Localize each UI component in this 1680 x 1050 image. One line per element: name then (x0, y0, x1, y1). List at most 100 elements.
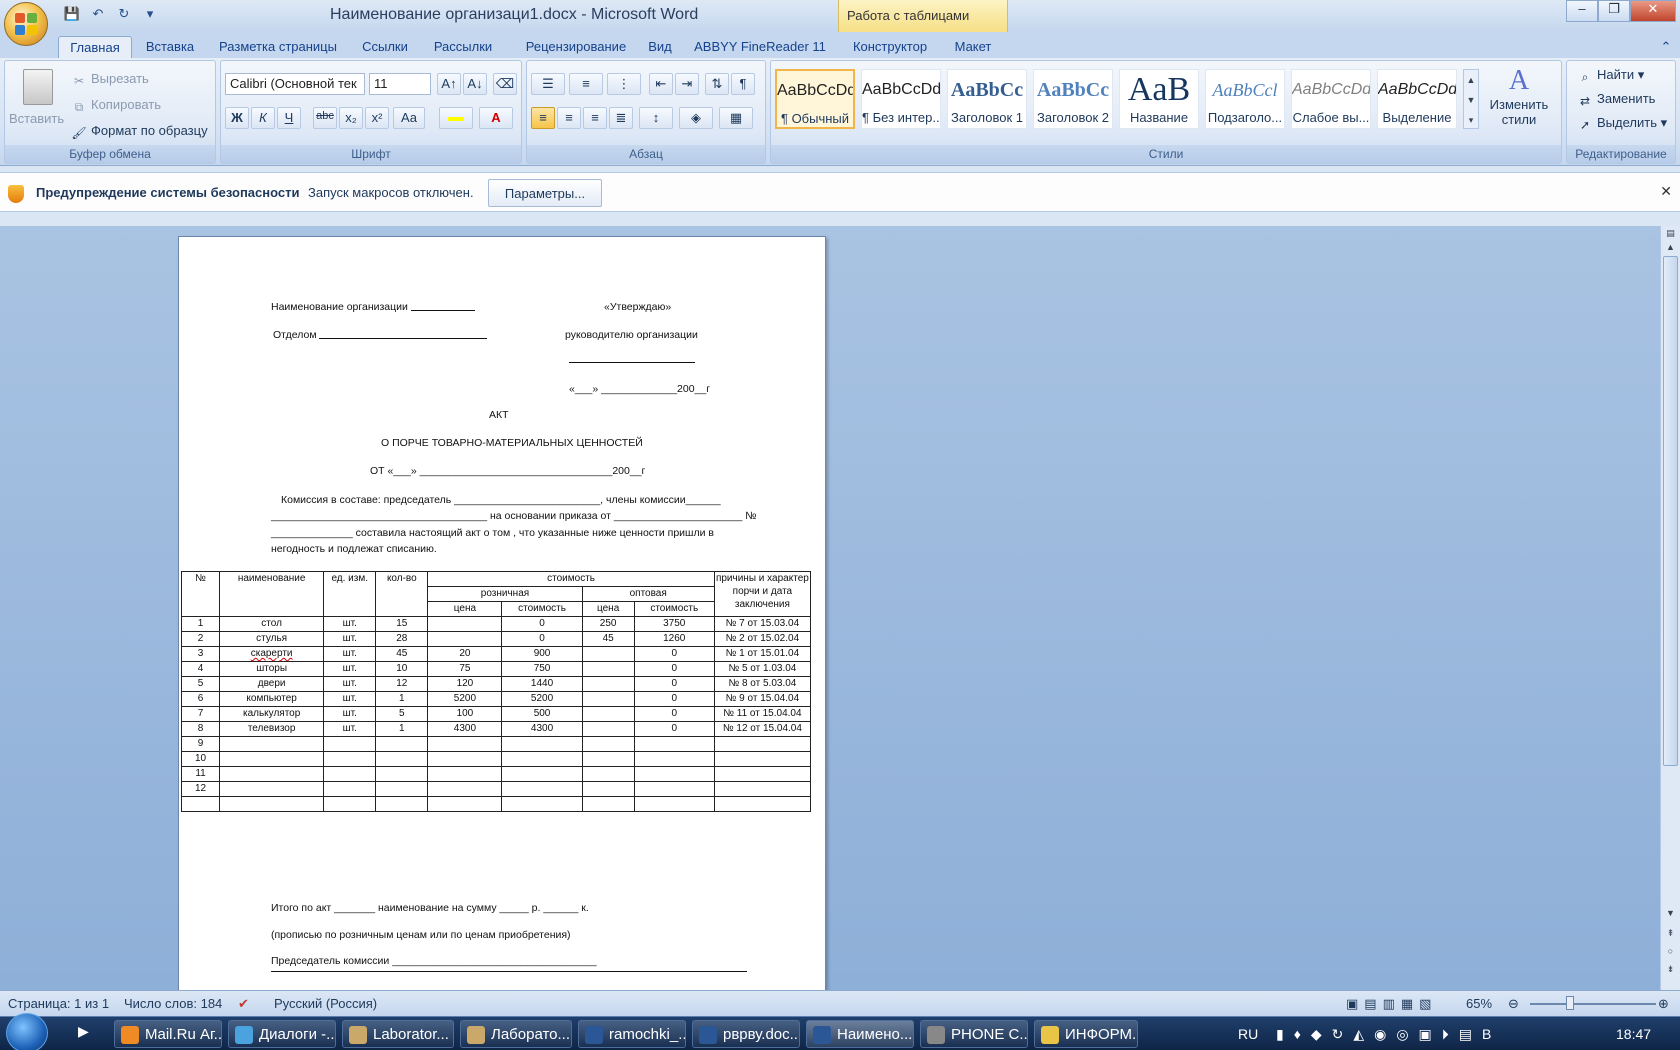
paste-button[interactable]: Вставить (9, 111, 64, 126)
cell-reason[interactable]: № 7 от 15.03.04 (713, 616, 812, 632)
language-indicator[interactable]: RU (1238, 1026, 1258, 1042)
cell-retail-amount[interactable]: 900 (501, 646, 583, 662)
ruler-toggle-icon[interactable]: ▤ (1663, 228, 1678, 242)
cell-number[interactable]: 3 (180, 646, 221, 662)
customize-qat-icon[interactable]: ▾ (140, 6, 160, 24)
cell-retail-price[interactable]: 20 (427, 646, 503, 662)
cell-reason[interactable]: № 5 от 1.03.04 (713, 661, 812, 677)
cell-unit[interactable]: шт. (323, 646, 377, 662)
strikethrough-button[interactable]: abc (313, 107, 337, 129)
cell-retail-price[interactable] (427, 751, 503, 767)
cell-name[interactable] (219, 781, 325, 797)
tab-mailings[interactable]: Рассылки (426, 36, 500, 58)
align-left-icon[interactable]: ≡ (531, 107, 555, 129)
taskbar-item[interactable]: Наимено... (806, 1020, 914, 1048)
zoom-slider[interactable] (1530, 1003, 1656, 1005)
table-row[interactable]: 2 стулья шт. 28 0 45 1260 № 2 от 15.02.04 (180, 631, 812, 647)
cell-retail-price[interactable]: 120 (427, 676, 503, 692)
cell-unit[interactable]: шт. (323, 661, 377, 677)
cell-wholesale-amount[interactable]: 0 (633, 676, 715, 692)
change-case-button[interactable]: Aa (393, 107, 425, 129)
cell-name[interactable]: компьютер (219, 691, 325, 707)
table-row[interactable]: 6 компьютер шт. 1 5200 5200 0 № 9 от 15.04.04 (180, 691, 812, 707)
cell-name[interactable]: скарерти (219, 646, 325, 662)
cell-retail-price[interactable] (427, 631, 503, 647)
cell-unit[interactable] (323, 796, 377, 812)
numbering-icon[interactable]: ≡ (569, 73, 603, 95)
cell-reason[interactable]: № 9 от 15.04.04 (713, 691, 812, 707)
cell-unit[interactable] (323, 736, 377, 752)
minimize-button[interactable]: – (1566, 0, 1598, 22)
cell-wholesale-price[interactable] (581, 766, 635, 782)
page-count[interactable]: Страница: 1 из 1 (8, 996, 109, 1011)
cell-wholesale-amount[interactable]: 0 (633, 691, 715, 707)
style-heading-2[interactable]: AaBbCc Заголовок 2 (1033, 69, 1113, 129)
cell-reason[interactable] (713, 751, 812, 767)
cell-qty[interactable]: 45 (375, 646, 429, 662)
cell-name[interactable] (219, 736, 325, 752)
table-row[interactable]: 1 стол шт. 15 0 250 3750 № 7 от 15.03.04 (180, 616, 812, 632)
font-name-select[interactable]: Calibri (Основной тек (225, 73, 365, 95)
cell-qty[interactable]: 5 (375, 706, 429, 722)
cell-retail-amount[interactable]: 0 (501, 631, 583, 647)
style-emphasis[interactable]: AaBbCcDd Выделение (1377, 69, 1457, 129)
style-normal[interactable]: AaBbCcDd ¶ Обычный (775, 69, 855, 129)
document-area[interactable]: Наименование организации «Утверждаю» Отд… (0, 226, 1660, 990)
cell-reason[interactable]: № 12 от 15.04.04 (713, 721, 812, 737)
font-color-icon[interactable]: A (479, 107, 513, 129)
close-button[interactable]: ✕ (1630, 0, 1676, 22)
cell-wholesale-price[interactable] (581, 661, 635, 677)
cell-number[interactable]: 7 (180, 706, 221, 722)
close-icon[interactable]: ✕ (1660, 183, 1672, 200)
multilevel-list-icon[interactable]: ⋮ (607, 73, 641, 95)
table-row[interactable]: 4 шторы шт. 10 75 750 0 № 5 от 1.03.04 (180, 661, 812, 677)
cell-reason[interactable]: № 2 от 15.02.04 (713, 631, 812, 647)
start-button[interactable] (6, 1013, 48, 1050)
cell-reason[interactable] (713, 736, 812, 752)
style-title[interactable]: AaB Название (1119, 69, 1199, 129)
cell-retail-amount[interactable] (501, 751, 583, 767)
browse-object-icon[interactable]: ○ (1663, 946, 1678, 960)
cell-qty[interactable]: 12 (375, 676, 429, 692)
table-row[interactable]: 10 (180, 751, 812, 767)
cell-reason[interactable] (713, 781, 812, 797)
shrink-font-icon[interactable]: A↓ (463, 73, 487, 95)
style-heading-1[interactable]: AaBbCc Заголовок 1 (947, 69, 1027, 129)
cell-qty[interactable] (375, 736, 429, 752)
underline-button[interactable]: Ч (277, 107, 301, 129)
tab-view[interactable]: Вид (642, 36, 678, 58)
cell-qty[interactable] (375, 796, 429, 812)
table-row[interactable]: 11 (180, 766, 812, 782)
scroll-down-icon[interactable]: ▼ (1663, 908, 1678, 922)
scroll-up-icon[interactable]: ▲ (1663, 242, 1678, 256)
font-size-select[interactable]: 11 (369, 73, 431, 95)
cell-wholesale-price[interactable] (581, 736, 635, 752)
cell-retail-price[interactable]: 4300 (427, 721, 503, 737)
view-buttons-icon[interactable]: ▣▤▥▦▧ (1346, 996, 1437, 1012)
cell-wholesale-amount[interactable] (633, 766, 715, 782)
cell-number[interactable]: 1 (180, 616, 221, 632)
cell-qty[interactable]: 1 (375, 691, 429, 707)
next-page-icon[interactable]: ⇟ (1663, 964, 1678, 978)
cell-name[interactable] (219, 766, 325, 782)
cell-name[interactable]: стол (219, 616, 325, 632)
cell-qty[interactable]: 10 (375, 661, 429, 677)
cell-wholesale-amount[interactable]: 3750 (633, 616, 715, 632)
taskbar-item[interactable]: ИНФОРМ... (1034, 1020, 1138, 1048)
cell-reason[interactable]: № 11 от 15.04.04 (713, 706, 812, 722)
cell-wholesale-price[interactable]: 45 (581, 631, 635, 647)
clear-format-icon[interactable]: ⌫ (493, 73, 517, 95)
find-button[interactable]: ⌕ Найти ▾ (1577, 67, 1645, 84)
cell-qty[interactable]: 1 (375, 721, 429, 737)
cell-reason[interactable] (713, 796, 812, 812)
zoom-out-icon[interactable]: ⊖ (1508, 996, 1519, 1012)
media-player-icon[interactable]: ▶ (78, 1023, 102, 1045)
cell-number[interactable]: 4 (180, 661, 221, 677)
cell-qty[interactable] (375, 751, 429, 767)
act-table[interactable]: № наименование ед. изм. кол-во стоимость… (180, 571, 812, 812)
table-row[interactable]: 8 телевизор шт. 1 4300 4300 0 № 12 от 15.04.04 (180, 721, 812, 737)
cell-wholesale-amount[interactable] (633, 736, 715, 752)
style-subtitle[interactable]: AaBbCcl Подзаголо... (1205, 69, 1285, 129)
table-row[interactable]: 3 скарерти шт. 45 20 900 0 № 1 от 15.01.04 (180, 646, 812, 662)
previous-page-icon[interactable]: ⇞ (1663, 928, 1678, 942)
